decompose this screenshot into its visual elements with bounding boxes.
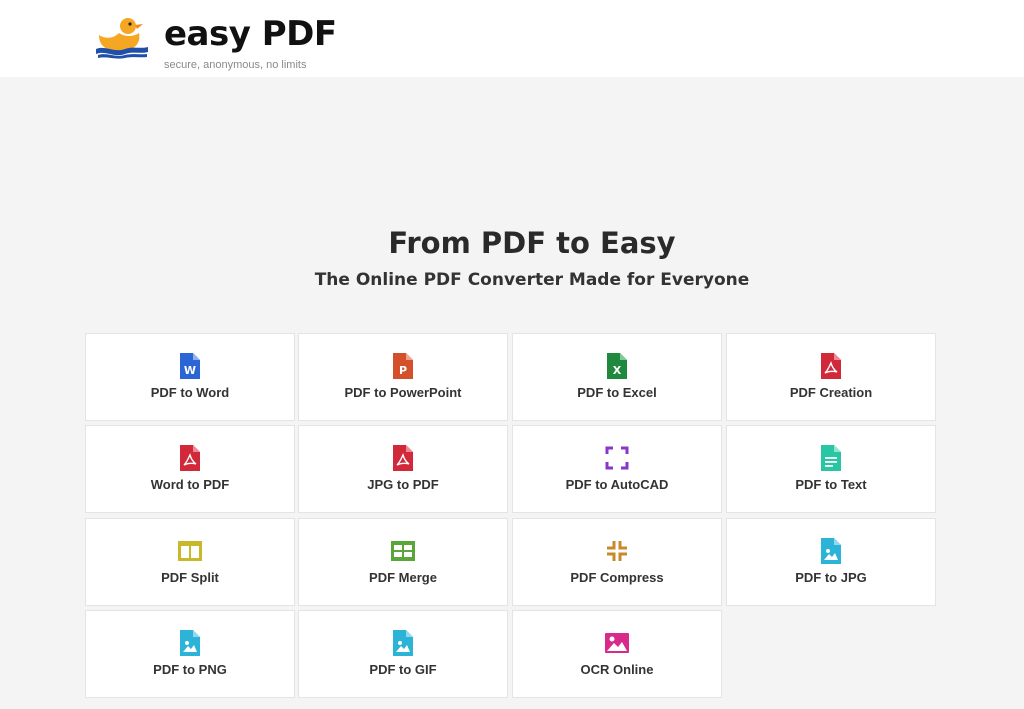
svg-text:X: X bbox=[613, 364, 622, 377]
svg-text:P: P bbox=[399, 364, 407, 377]
tool-label: PDF to Word bbox=[150, 385, 230, 400]
svg-text:W: W bbox=[184, 364, 196, 377]
tool-pdf-to-excel[interactable]: X PDF to Excel bbox=[512, 333, 722, 421]
tool-label: PDF to AutoCAD bbox=[565, 477, 669, 492]
tool-label: PDF Creation bbox=[789, 385, 873, 400]
tool-word-to-pdf[interactable]: Word to PDF bbox=[85, 425, 295, 513]
tool-pdf-to-powerpoint[interactable]: P PDF to PowerPoint bbox=[298, 333, 508, 421]
tool-pdf-to-autocad[interactable]: PDF to AutoCAD bbox=[512, 425, 722, 513]
hero-title: From PDF to Easy bbox=[388, 226, 676, 260]
tool-label: PDF to JPG bbox=[795, 570, 867, 585]
tool-label: PDF to PNG bbox=[153, 662, 227, 677]
pdf-file-icon bbox=[821, 353, 841, 379]
tool-label: PDF to GIF bbox=[369, 662, 437, 677]
tool-label: OCR Online bbox=[580, 662, 654, 677]
tool-label: Word to PDF bbox=[150, 477, 230, 492]
split-columns-icon bbox=[178, 541, 202, 561]
photo-icon bbox=[605, 633, 629, 653]
pdf-file-icon bbox=[180, 445, 200, 471]
brand-name: easy PDF bbox=[164, 14, 337, 54]
pdf-file-icon bbox=[393, 445, 413, 471]
image-file-icon bbox=[821, 538, 841, 564]
tool-label: PDF to Text bbox=[795, 477, 867, 492]
tool-label: PDF Compress bbox=[570, 570, 664, 585]
image-file-icon bbox=[180, 630, 200, 656]
duck-logo-icon bbox=[96, 18, 148, 59]
hero-subtitle: The Online PDF Converter Made for Everyo… bbox=[314, 270, 750, 290]
tool-jpg-to-pdf[interactable]: JPG to PDF bbox=[298, 425, 508, 513]
word-file-icon: W bbox=[180, 353, 200, 379]
tool-label: PDF to Excel bbox=[577, 385, 657, 400]
tool-pdf-creation[interactable]: PDF Creation bbox=[726, 333, 936, 421]
tool-label: PDF to PowerPoint bbox=[344, 385, 462, 400]
tool-pdf-to-text[interactable]: PDF to Text bbox=[726, 425, 936, 513]
tool-pdf-to-jpg[interactable]: PDF to JPG bbox=[726, 518, 936, 606]
tool-pdf-compress[interactable]: PDF Compress bbox=[512, 518, 722, 606]
tool-pdf-split[interactable]: PDF Split bbox=[85, 518, 295, 606]
tool-label: JPG to PDF bbox=[367, 477, 439, 492]
autocad-frame-icon bbox=[605, 446, 629, 470]
text-file-icon bbox=[821, 445, 841, 471]
tool-pdf-to-png[interactable]: PDF to PNG bbox=[85, 610, 295, 698]
tool-pdf-merge[interactable]: PDF Merge bbox=[298, 518, 508, 606]
powerpoint-file-icon: P bbox=[393, 353, 413, 379]
tool-label: PDF Merge bbox=[369, 570, 437, 585]
excel-file-icon: X bbox=[607, 353, 627, 379]
image-file-icon bbox=[393, 630, 413, 656]
tool-pdf-to-word[interactable]: W PDF to Word bbox=[85, 333, 295, 421]
compress-arrows-icon bbox=[607, 541, 627, 561]
tool-pdf-to-gif[interactable]: PDF to GIF bbox=[298, 610, 508, 698]
brand-tagline: secure, anonymous, no limits bbox=[164, 59, 307, 71]
tool-ocr-online[interactable]: OCR Online bbox=[512, 610, 722, 698]
merge-grid-icon bbox=[391, 541, 415, 561]
tool-label: PDF Split bbox=[161, 570, 219, 585]
site-header: easy PDF secure, anonymous, no limits bbox=[0, 0, 1024, 77]
